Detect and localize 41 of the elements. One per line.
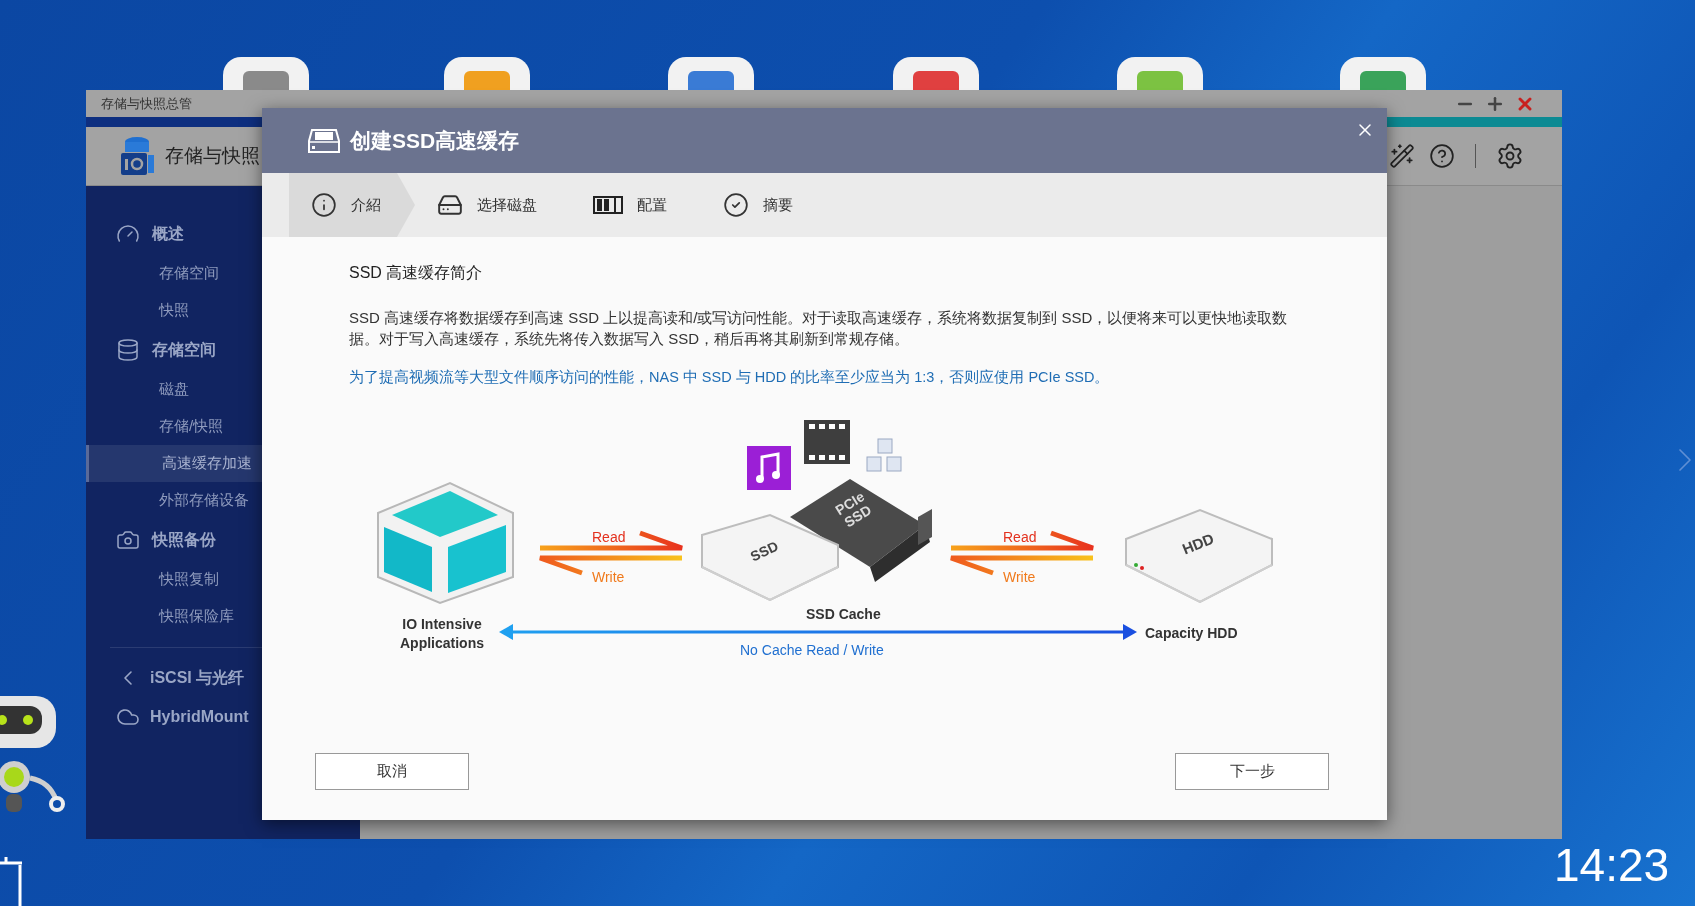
cancel-button[interactable]: 取消	[315, 753, 469, 790]
camera-icon	[116, 528, 140, 552]
read-label: Read	[1003, 527, 1037, 547]
ssd-label: SSD	[746, 536, 782, 567]
music-icon	[747, 445, 791, 490]
step-tab[interactable]: 介紹	[289, 173, 415, 237]
app-title: 存储与快照	[165, 143, 260, 168]
sidebar-link[interactable]: HybridMount	[86, 697, 360, 736]
ssd-cache-label: SSD Cache	[806, 604, 881, 624]
check-circle-icon	[723, 192, 749, 218]
io-applications-label: IO Intensive Applications	[399, 614, 485, 653]
help-icon[interactable]	[1429, 143, 1455, 169]
blocks-icon	[866, 438, 902, 472]
hdd-label: HDD	[1178, 528, 1218, 560]
database-icon	[116, 338, 140, 362]
storage-logo-icon	[119, 135, 155, 177]
step-tab[interactable]: 摘要	[701, 173, 827, 237]
window-title: 存储与快照总管	[101, 94, 192, 113]
sidebar-group[interactable]: 快照备份	[86, 519, 360, 561]
settings-icon[interactable]	[1496, 142, 1524, 170]
section-heading: SSD 高速缓存简介	[349, 263, 484, 283]
read-label: Read	[592, 527, 626, 547]
next-button[interactable]: 下一步	[1175, 753, 1329, 790]
info-icon	[311, 192, 337, 218]
dialog-title: 创建SSD高速缓存	[350, 127, 520, 154]
columns-icon	[593, 196, 623, 214]
clock: 14:23	[1554, 842, 1670, 888]
ssd-icon	[307, 126, 341, 155]
film-icon	[804, 419, 850, 464]
no-cache-label: No Cache Read / Write	[740, 640, 884, 660]
ratio-note: 为了提高视频流等大型文件顺序访问的性能，NAS 中 SSD 与 HDD 的比率至少应当为 1:3，否则应使用 PCIe SSD。	[349, 368, 1111, 387]
step-tab[interactable]: 配置	[571, 173, 701, 237]
pcie-label: PCIe SSD	[831, 486, 876, 533]
step-tab[interactable]: 选择磁盘	[415, 173, 571, 237]
wand-icon[interactable]	[1389, 143, 1415, 169]
drive-icon	[437, 192, 463, 218]
write-label: Write	[1003, 567, 1036, 587]
sidebar-link[interactable]: iSCSI 与光纤	[86, 658, 360, 697]
write-label: Write	[592, 567, 625, 587]
capacity-hdd-label: Capacity HDD	[1145, 623, 1238, 643]
intro-paragraph: SSD 高速缓存将数据缓存到高速 SSD 上以提高读和/或写访问性能。对于读取高速缓存，系统将数据复制到 SSD，以便将来可以更快地读取数据。对于写入高速缓存，系统先将传入数据写入 SSD，稍后再将其刷新到常规存储。	[349, 308, 1289, 349]
